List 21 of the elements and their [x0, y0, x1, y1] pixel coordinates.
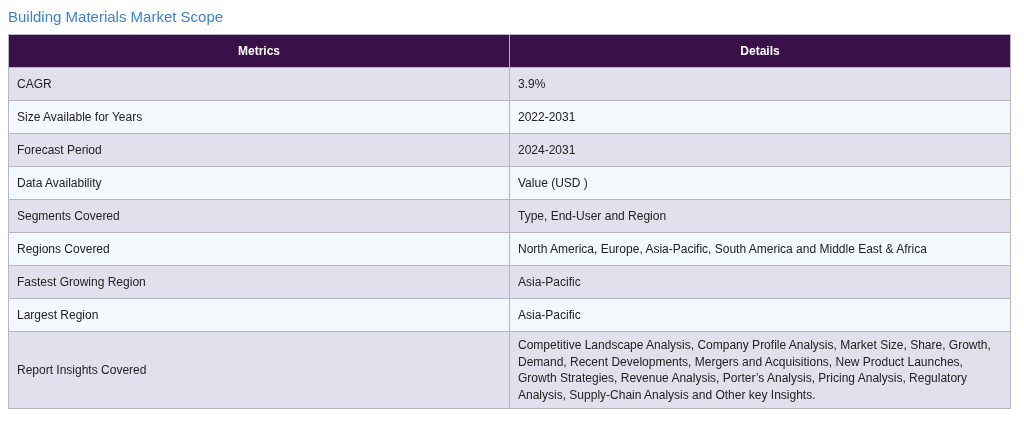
table-cell: CAGR [8, 67, 510, 101]
table-cell: Value (USD ) [509, 166, 1011, 200]
table-cell: Type, End-User and Region [509, 199, 1011, 233]
table-cell: Report Insights Covered [8, 331, 510, 409]
table-cell: Fastest Growing Region [8, 265, 510, 299]
table-cell: Asia-Pacific [509, 298, 1011, 332]
section-title: Building Materials Market Scope [8, 7, 225, 27]
table-cell: Size Available for Years [8, 100, 510, 134]
table-cell: 2022-2031 [509, 100, 1011, 134]
table-cell: 3.9% [509, 67, 1011, 101]
table-cell: North America, Europe, Asia-Pacific, South America and Middle East & Africa [509, 232, 1011, 266]
table-cell: Largest Region [8, 298, 510, 332]
table-cell: Data Availability [8, 166, 510, 200]
column-header: Metrics [8, 34, 510, 68]
table-cell: Asia-Pacific [509, 265, 1011, 299]
table-cell: Regions Covered [8, 232, 510, 266]
table-cell: 2024-2031 [509, 133, 1011, 167]
table-cell: Competitive Landscape Analysis, Company Profile Analysis, Market Size, Share, Growth, Demand, Recent Developments, Mergers and Acquisitions, New Product Launches, Growth Strategies, Revenue Analysis, Porter’s Analysis, Pricing Analysis, Regulatory Analysis, Supply-Chain Analysis and Other key Insights. [509, 331, 1011, 409]
table-cell: Segments Covered [8, 199, 510, 233]
column-header: Details [509, 34, 1011, 68]
table-cell: Forecast Period [8, 133, 510, 167]
